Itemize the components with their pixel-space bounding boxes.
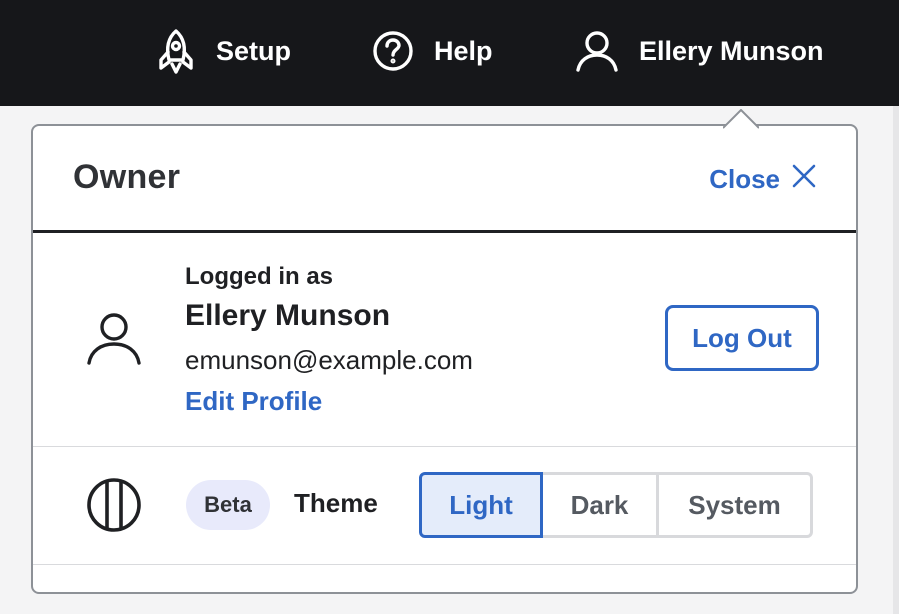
close-button[interactable]: Close: [709, 164, 816, 195]
profile-name: Ellery Munson: [185, 299, 391, 332]
setup-nav-item[interactable]: Setup: [156, 28, 291, 74]
theme-section: Beta Theme Light Dark System: [33, 447, 856, 565]
help-label: Help: [434, 35, 493, 66]
help-nav-item[interactable]: Help: [372, 28, 493, 74]
theme-contrast-icon: [86, 477, 142, 538]
beta-badge: Beta: [186, 480, 270, 530]
edit-profile-link[interactable]: Edit Profile: [185, 386, 322, 417]
profile-section: Logged in as Ellery Munson emunson@examp…: [33, 233, 856, 447]
close-icon: [792, 164, 816, 195]
theme-dark-option[interactable]: Dark: [543, 472, 659, 538]
profile-email: emunson@example.com: [185, 345, 473, 375]
rocket-icon: [156, 28, 196, 74]
setup-label: Setup: [216, 35, 292, 66]
question-circle-icon: [372, 30, 414, 72]
theme-label: Theme: [294, 488, 378, 518]
theme-light-option[interactable]: Light: [419, 472, 543, 538]
user-name-label: Ellery Munson: [639, 35, 824, 66]
logout-button[interactable]: Log Out: [665, 305, 819, 371]
page-background-strip: [893, 106, 899, 614]
theme-system-option[interactable]: System: [659, 472, 813, 538]
account-popover: Owner Close Logged in as Ellery Munson e…: [31, 109, 858, 594]
popover-title: Owner: [73, 158, 181, 196]
user-nav-item[interactable]: Ellery Munson: [575, 28, 824, 74]
avatar-icon: [86, 313, 142, 370]
close-label: Close: [709, 164, 780, 194]
user-icon: [575, 29, 619, 73]
logged-in-label: Logged in as: [185, 263, 334, 290]
popover-header: Owner Close: [33, 126, 856, 233]
top-navigation-bar: Setup Help Ellery Munson: [0, 0, 899, 106]
theme-segmented-control: Light Dark System: [419, 472, 813, 538]
